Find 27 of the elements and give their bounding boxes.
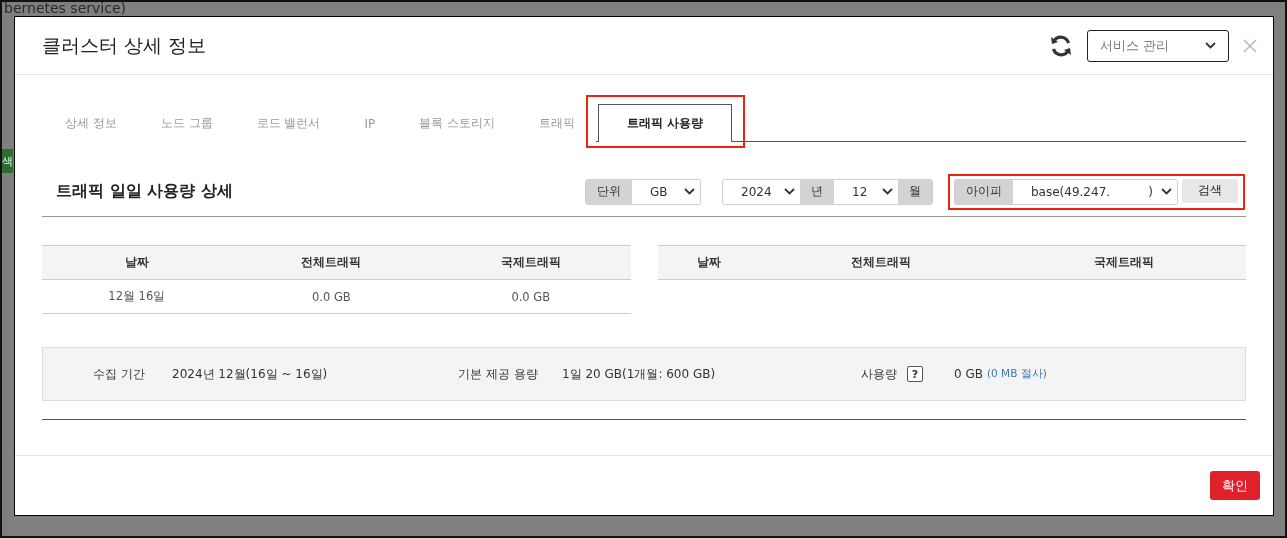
usage-detail: (0 MB 절사) [987, 367, 1047, 381]
tab[interactable]: 트래픽 사용량 [598, 104, 733, 142]
background-button[interactable]: 색 [2, 149, 13, 173]
column-header: 날짜 [42, 245, 232, 280]
search-button[interactable]: 검색 [1182, 178, 1238, 203]
help-button[interactable]: ? [907, 366, 923, 382]
usage-value: 0 GB [954, 367, 983, 381]
column-header: 전체트래픽 [231, 245, 432, 280]
column-header: 전체트래픽 [759, 245, 1003, 280]
page-title: bernetes service) [4, 2, 126, 16]
column-header: 국제트래픽 [1002, 245, 1246, 280]
period-value: 2024년 12월(16일 ~ 16일) [172, 365, 329, 383]
section-title: 트래픽 일일 사용량 상세 [56, 181, 233, 202]
table-cell: 0.0 GB [231, 279, 432, 314]
confirm-button[interactable]: 확인 [1210, 471, 1260, 500]
usage-label: 사용량 [861, 365, 897, 383]
table-cell: 12월 16일 [42, 279, 232, 314]
column-header: 국제트래픽 [431, 245, 631, 280]
quota-label: 기본 제공 용량 [457, 365, 538, 383]
period-label: 수집 기간 [92, 365, 145, 383]
table-cell: 0.0 GB [431, 279, 631, 314]
dialog-title: 클러스터 상세 정보 [42, 32, 207, 58]
refresh-icon[interactable] [1049, 33, 1073, 58]
caret-icon [1205, 42, 1216, 49]
service-select[interactable]: 서비스 관리 [1087, 29, 1229, 62]
quota-value: 1일 20 GB(1개월: 600 GB) [562, 365, 717, 383]
column-header: 날짜 [657, 245, 760, 280]
